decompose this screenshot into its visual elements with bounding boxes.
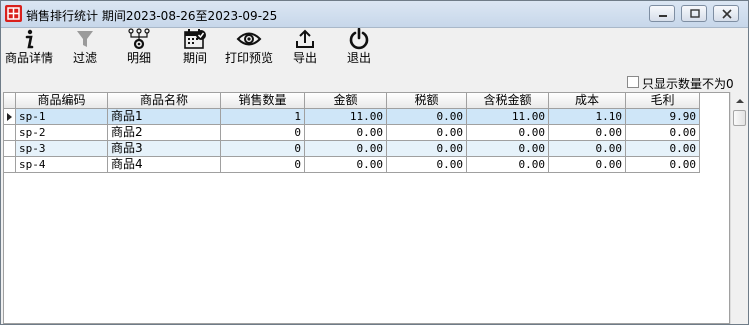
funnel-icon	[77, 31, 93, 47]
cell-amount-with-tax[interactable]: 11.00	[467, 109, 549, 125]
table-header: 商品编码 商品名称 销售数量 金额 税额 含税金额 成本 毛利	[4, 93, 704, 109]
cell-name[interactable]: 商品1	[108, 109, 221, 125]
cell-amount[interactable]: 11.00	[305, 109, 387, 125]
period-button[interactable]: 期间	[175, 28, 215, 70]
details-button[interactable]: 商品详情	[3, 28, 55, 70]
cell-gross-profit[interactable]: 0.00	[626, 157, 700, 173]
app-logo-icon	[5, 5, 22, 22]
cell-quantity[interactable]: 0	[221, 125, 305, 141]
cell-name[interactable]: 商品4	[108, 157, 221, 173]
cell-gross-profit[interactable]: 0.00	[626, 141, 700, 157]
upload-icon	[296, 29, 314, 48]
cell-quantity[interactable]: 0	[221, 157, 305, 173]
cell-code[interactable]: sp-3	[16, 141, 108, 157]
cell-name[interactable]: 商品3	[108, 141, 221, 157]
maximize-button[interactable]	[681, 5, 707, 22]
column-header-tax[interactable]: 税额	[387, 93, 467, 109]
cell-cost[interactable]: 1.10	[549, 109, 626, 125]
row-indicator[interactable]	[4, 125, 16, 141]
row-indicator[interactable]	[4, 157, 16, 173]
row-indicator[interactable]	[4, 109, 16, 125]
info-icon	[25, 29, 34, 49]
filter-button[interactable]: 过滤	[65, 28, 105, 70]
cell-name[interactable]: 商品2	[108, 125, 221, 141]
cell-code[interactable]: sp-1	[16, 109, 108, 125]
column-header-gross-profit[interactable]: 毛利	[626, 93, 700, 109]
period-label: 期间	[182, 51, 207, 65]
column-header-quantity[interactable]: 销售数量	[221, 93, 305, 109]
column-header-code[interactable]: 商品编码	[16, 93, 108, 109]
minimize-button[interactable]	[649, 5, 675, 22]
vertical-scrollbar[interactable]	[730, 92, 748, 324]
table-row[interactable]: sp-1 商品1 1 11.00 0.00 11.00 1.10 9.90	[4, 109, 704, 125]
header-corner	[4, 93, 16, 109]
window-title: 销售排行统计 期间2023-08-26至2023-09-25	[26, 9, 278, 23]
column-header-amount-with-tax[interactable]: 含税金额	[467, 93, 549, 109]
calendar-icon	[184, 29, 206, 49]
cell-tax[interactable]: 0.00	[387, 125, 467, 141]
sales-ranking-window: 销售排行统计 期间2023-08-26至2023-09-25 商品详情 过滤 明…	[0, 0, 749, 325]
cell-tax[interactable]: 0.00	[387, 141, 467, 157]
cell-tax[interactable]: 0.00	[387, 109, 467, 125]
cell-cost[interactable]: 0.00	[549, 141, 626, 157]
scrollbar-thumb[interactable]	[733, 110, 746, 126]
nonzero-only-checkbox[interactable]	[627, 76, 639, 88]
cell-amount[interactable]: 0.00	[305, 125, 387, 141]
export-button[interactable]: 导出	[287, 28, 323, 70]
cell-gross-profit[interactable]: 0.00	[626, 125, 700, 141]
export-label: 导出	[292, 51, 317, 65]
exit-label: 退出	[346, 51, 371, 65]
cell-amount[interactable]: 0.00	[305, 157, 387, 173]
cell-quantity[interactable]: 1	[221, 109, 305, 125]
column-header-cost[interactable]: 成本	[549, 93, 626, 109]
breakdown-button[interactable]: 明细	[119, 28, 159, 70]
cell-code[interactable]: sp-2	[16, 125, 108, 141]
cell-cost[interactable]: 0.00	[549, 125, 626, 141]
current-row-arrow-icon	[7, 113, 12, 121]
details-label: 商品详情	[4, 51, 53, 65]
cell-amount-with-tax[interactable]: 0.00	[467, 157, 549, 173]
print-preview-button[interactable]: 打印预览	[223, 28, 275, 70]
cell-tax[interactable]: 0.00	[387, 157, 467, 173]
cell-quantity[interactable]: 0	[221, 141, 305, 157]
cell-gross-profit[interactable]: 9.90	[626, 109, 700, 125]
table-row[interactable]: sp-3 商品3 0 0.00 0.00 0.00 0.00 0.00	[4, 141, 704, 157]
cell-cost[interactable]: 0.00	[549, 157, 626, 173]
nonzero-only-label: 只显示数量不为0	[642, 77, 734, 91]
power-icon	[349, 28, 369, 50]
table-row[interactable]: sp-4 商品4 0 0.00 0.00 0.00 0.00 0.00	[4, 157, 704, 173]
cell-amount-with-tax[interactable]: 0.00	[467, 141, 549, 157]
sales-ranking-table[interactable]: 商品编码 商品名称 销售数量 金额 税额 含税金额 成本 毛利 sp-1 商品1 1…	[3, 92, 730, 324]
breakdown-label: 明细	[126, 51, 151, 65]
exit-button[interactable]: 退出	[341, 28, 377, 70]
eye-icon	[236, 32, 262, 46]
toolbar: 商品详情 过滤 明细 期间 打印预览 导出 退出	[1, 28, 748, 72]
close-button[interactable]	[713, 5, 739, 22]
title-bar[interactable]: 销售排行统计 期间2023-08-26至2023-09-25	[1, 1, 748, 28]
column-header-name[interactable]: 商品名称	[108, 93, 221, 109]
cell-code[interactable]: sp-4	[16, 157, 108, 173]
table-row[interactable]: sp-2 商品2 0 0.00 0.00 0.00 0.00 0.00	[4, 125, 704, 141]
print-preview-label: 打印预览	[224, 51, 273, 65]
column-header-amount[interactable]: 金额	[305, 93, 387, 109]
tree-gear-icon	[128, 28, 150, 50]
scroll-up-arrow-icon[interactable]	[735, 98, 745, 104]
cell-amount[interactable]: 0.00	[305, 141, 387, 157]
cell-amount-with-tax[interactable]: 0.00	[467, 125, 549, 141]
row-indicator[interactable]	[4, 141, 16, 157]
filter-label: 过滤	[72, 51, 97, 65]
